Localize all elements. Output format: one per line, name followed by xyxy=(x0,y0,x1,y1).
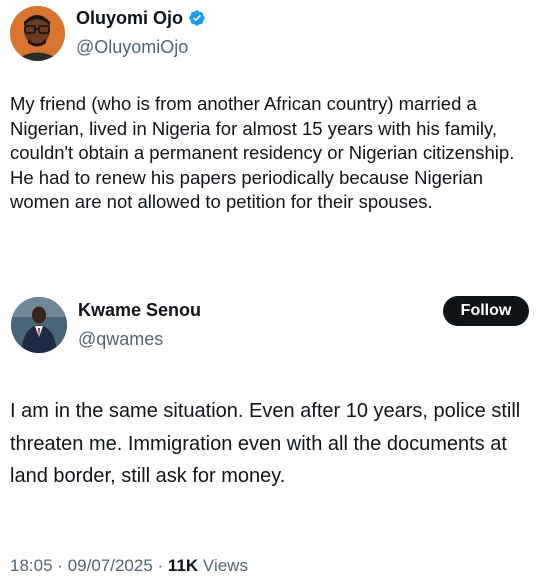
separator: · xyxy=(57,556,63,575)
quoted-tweet-header: Oluyomi Ojo @OluyomiOjo xyxy=(10,6,206,61)
reply-tweet-header: Kwame Senou @qwames xyxy=(11,297,201,353)
tweet-metadata: 18:05 · 09/07/2025 · 11K Views xyxy=(10,556,248,576)
views-count[interactable]: 11K xyxy=(168,556,198,575)
author-name[interactable]: Oluyomi Ojo xyxy=(76,8,183,28)
avatar[interactable] xyxy=(11,297,67,353)
avatar-portrait-icon xyxy=(10,6,65,61)
views-label: Views xyxy=(202,556,248,575)
author-name[interactable]: Kwame Senou xyxy=(78,300,201,320)
quoted-tweet-text: My friend (who is from another African c… xyxy=(10,93,515,212)
author-handle[interactable]: @OluyomiOjo xyxy=(76,37,206,57)
author-info: Kwame Senou @qwames xyxy=(78,300,201,349)
separator: · xyxy=(157,556,164,575)
follow-button[interactable]: Follow xyxy=(443,296,529,326)
avatar[interactable] xyxy=(10,6,65,61)
author-handle[interactable]: @qwames xyxy=(78,329,201,349)
name-row: Oluyomi Ojo xyxy=(76,8,206,28)
author-info: Oluyomi Ojo @OluyomiOjo xyxy=(76,8,206,57)
verified-badge-icon xyxy=(189,10,205,26)
tweet-time[interactable]: 18:05 xyxy=(10,556,53,575)
avatar-portrait-icon xyxy=(11,297,67,353)
tweet-date[interactable]: 09/07/2025 xyxy=(68,556,153,575)
reply-tweet-text: I am in the same situation. Even after 1… xyxy=(10,400,521,487)
